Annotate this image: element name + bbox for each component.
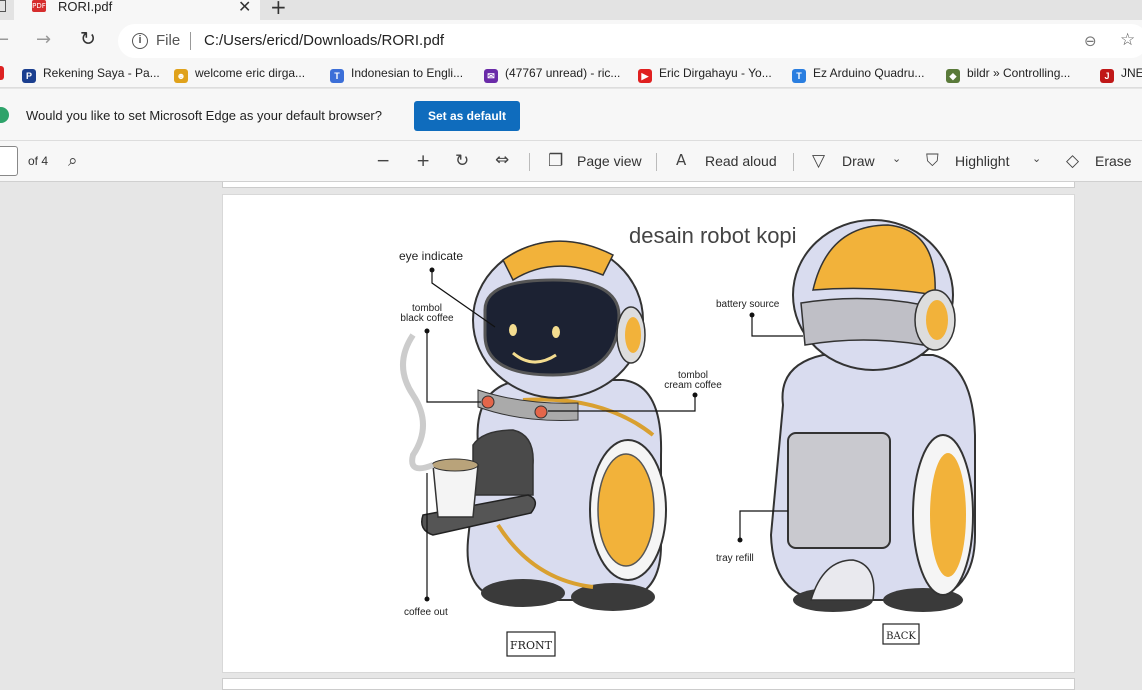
label-black-coffee: black coffee xyxy=(400,313,454,324)
tab-title: RORI.pdf xyxy=(58,0,113,14)
pdf-page[interactable]: desain robot kopi eye indicate tombol bl… xyxy=(222,194,1075,673)
previous-page-edge xyxy=(222,182,1075,188)
bookmark-item[interactable]: P Rekening Saya - Pa... xyxy=(22,66,160,84)
back-arrow-icon[interactable]: ← xyxy=(0,29,9,50)
erase-button[interactable]: Erase xyxy=(1095,153,1132,169)
draw-icon: ▽ xyxy=(812,151,826,171)
chevron-down-icon[interactable]: ⌄ xyxy=(1032,152,1041,165)
default-browser-infobar: Would you like to set Microsoft Edge as … xyxy=(0,89,1142,141)
highlight-icon: ⛉ xyxy=(926,151,939,171)
eraser-icon: ◇ xyxy=(1066,151,1080,171)
label-battery-source: battery source xyxy=(716,299,780,310)
highlight-button[interactable]: Highlight xyxy=(955,153,1009,169)
tab-rori-pdf[interactable]: PDF RORI.pdf ✕ xyxy=(14,0,260,20)
read-aloud-button[interactable]: Read aloud xyxy=(705,153,777,169)
read-aloud-icon: A xyxy=(676,151,687,169)
browser-toolbar: ← → ↻ i File C:/Users/ericd/Downloads/RO… xyxy=(0,20,1142,62)
bookmark-item[interactable]: J JNE xyxy=(1100,66,1142,84)
label-front: FRONT xyxy=(510,639,553,652)
bookmark-item[interactable]: T Ez Arduino Quadru... xyxy=(792,66,924,84)
set-default-button[interactable]: Set as default xyxy=(414,101,520,131)
label-eye-indicate: eye indicate xyxy=(399,249,463,263)
zoom-out-icon[interactable]: ⊖ xyxy=(1084,32,1097,50)
page-total: of 4 xyxy=(28,154,49,168)
url-text[interactable]: C:/Users/ericd/Downloads/RORI.pdf xyxy=(204,32,444,49)
infobar-message: Would you like to set Microsoft Edge as … xyxy=(26,108,382,123)
tab-strip: PDF RORI.pdf ✕ + xyxy=(0,0,1142,20)
zoom-in-icon[interactable]: + xyxy=(416,151,430,171)
rotate-icon[interactable]: ↻ xyxy=(455,151,469,171)
toolbar-separator xyxy=(793,153,794,171)
pdf-viewer[interactable]: desain robot kopi eye indicate tombol bl… xyxy=(0,182,1142,690)
cube-icon: ◆ xyxy=(946,69,960,83)
mail-icon: ✉ xyxy=(484,69,498,83)
avatar-icon: ☻ xyxy=(174,69,188,83)
bookmark-item[interactable]: ✉ (47767 unread) - ric... xyxy=(484,66,620,84)
youtube-icon: ▶ xyxy=(638,69,652,83)
label-cream-coffee: cream coffee xyxy=(664,380,722,391)
close-icon[interactable]: ✕ xyxy=(238,0,251,16)
edge-logo-icon xyxy=(0,107,9,123)
translate-icon: T xyxy=(330,69,344,83)
add-favorite-icon[interactable]: ☆ xyxy=(1120,30,1135,50)
bookmark-partial-icon[interactable] xyxy=(0,66,11,84)
bookmark-item[interactable]: ◆ bildr » Controlling... xyxy=(946,66,1070,84)
forward-arrow-icon[interactable]: → xyxy=(36,29,51,50)
toolbar-separator xyxy=(529,153,530,171)
label-coffee-out: coffee out xyxy=(404,607,448,618)
site-icon: T xyxy=(792,69,806,83)
scheme-label: File xyxy=(156,32,181,49)
sidebar-toggle-icon[interactable] xyxy=(0,0,6,12)
next-page-edge xyxy=(222,678,1075,690)
page-number-input[interactable] xyxy=(0,146,18,176)
new-tab-icon[interactable]: + xyxy=(270,0,287,19)
zoom-out-icon[interactable]: − xyxy=(376,151,390,171)
refresh-icon[interactable]: ↻ xyxy=(80,28,100,50)
front-robot-drawing xyxy=(400,240,667,611)
toolbar-separator xyxy=(656,153,657,171)
favorites-bar: P Rekening Saya - Pa... ☻ welcome eric dir… xyxy=(0,62,1142,88)
pdf-icon: PDF xyxy=(32,0,46,12)
robot-sketch-illustration: desain robot kopi eye indicate tombol bl… xyxy=(399,219,976,657)
label-back: BACK xyxy=(886,631,916,642)
search-icon[interactable]: ⌕ xyxy=(68,151,78,171)
pdf-toolbar: of 4 ⌕ − + ↻ ⇔ ❐ Page view A Read aloud … xyxy=(0,141,1142,182)
jne-icon: J xyxy=(1100,69,1114,83)
bookmark-item[interactable]: T Indonesian to Engli... xyxy=(330,66,463,84)
back-robot-drawing xyxy=(769,219,976,612)
bookmark-item[interactable]: ☻ welcome eric dirga... xyxy=(174,66,305,84)
paypal-icon: P xyxy=(22,69,36,83)
address-separator xyxy=(190,32,191,50)
label-tray-refill: tray refill xyxy=(716,553,754,564)
info-icon[interactable]: i xyxy=(132,33,148,49)
address-bar[interactable]: i File C:/Users/ericd/Downloads/RORI.pdf… xyxy=(118,24,1142,58)
document-title: desain robot kopi xyxy=(629,223,797,248)
chevron-down-icon[interactable]: ⌄ xyxy=(892,152,901,165)
fit-width-icon[interactable]: ⇔ xyxy=(495,150,509,170)
page-view-button[interactable]: Page view xyxy=(577,153,642,169)
page-view-icon: ❐ xyxy=(548,151,564,171)
bookmark-item[interactable]: ▶ Eric Dirgahayu - Yo... xyxy=(638,66,772,84)
draw-button[interactable]: Draw xyxy=(842,153,875,169)
